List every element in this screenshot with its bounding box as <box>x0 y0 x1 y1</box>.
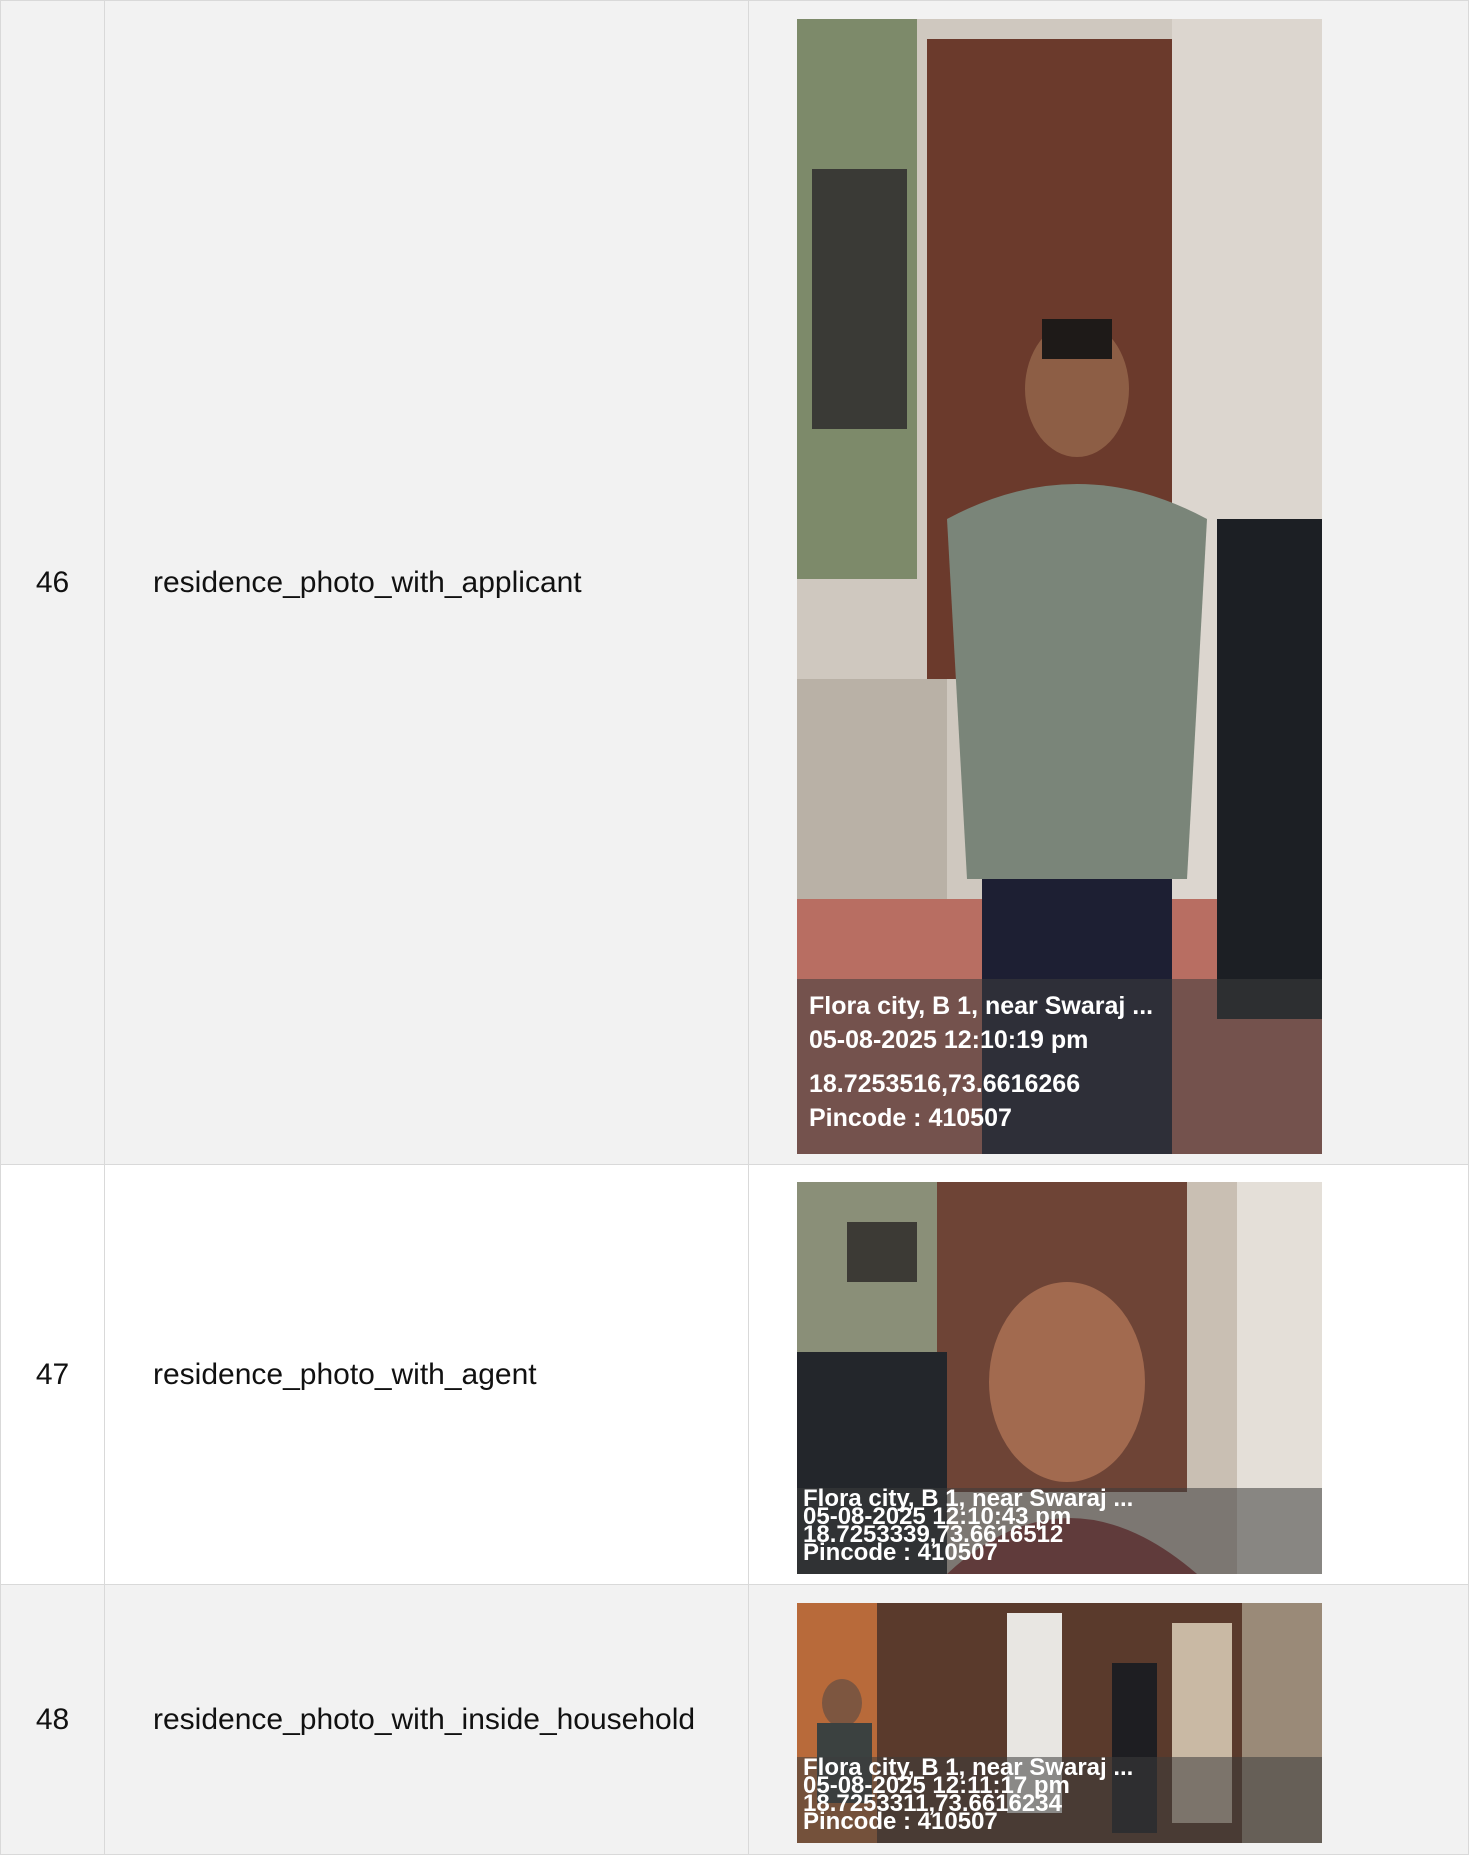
photo-table: 46 residence_photo_with_applicant Flora … <box>0 0 1469 1855</box>
row-label: residence_photo_with_applicant <box>104 0 749 1165</box>
geo-stamp-overlay: Flora city, B 1, near Swaraj ... 05-08-2… <box>797 1487 1322 1574</box>
residence-photo-agent[interactable]: Flora city, B 1, near Swaraj ... 05-08-2… <box>797 1182 1322 1574</box>
row-number: 47 <box>0 1164 105 1585</box>
geo-stamp-overlay: Flora city, B 1, near Swaraj ... 05-08-2… <box>797 979 1322 1154</box>
photo-cell: Flora city, B 1, near Swaraj ... 05-08-2… <box>748 1584 1469 1855</box>
table-row: 47 residence_photo_with_agent Flora city… <box>0 1164 1469 1585</box>
stamp-address: Flora city, B 1, near Swaraj ... <box>809 992 1154 1020</box>
residence-photo-applicant[interactable]: Flora city, B 1, near Swaraj ... 05-08-2… <box>797 19 1322 1154</box>
row-label: residence_photo_with_agent <box>104 1164 749 1585</box>
row-label: residence_photo_with_inside_household <box>104 1584 749 1855</box>
stamp-datetime: 05-08-2025 12:10:19 pm <box>809 1026 1089 1054</box>
row-number: 46 <box>0 0 105 1165</box>
row-number: 48 <box>0 1584 105 1855</box>
stamp-pincode: Pincode : 410507 <box>809 1104 1012 1132</box>
table-row: 48 residence_photo_with_inside_household… <box>0 1584 1469 1855</box>
photo-cell: Flora city, B 1, near Swaraj ... 05-08-2… <box>748 0 1469 1165</box>
stamp-coords: 18.7253516,73.6616266 <box>809 1070 1081 1098</box>
residence-photo-inside-household[interactable]: Flora city, B 1, near Swaraj ... 05-08-2… <box>797 1603 1322 1843</box>
table-row: 46 residence_photo_with_applicant Flora … <box>0 0 1469 1165</box>
photo-cell: Flora city, B 1, near Swaraj ... 05-08-2… <box>748 1164 1469 1585</box>
geo-stamp-overlay: Flora city, B 1, near Swaraj ... 05-08-2… <box>797 1756 1322 1843</box>
